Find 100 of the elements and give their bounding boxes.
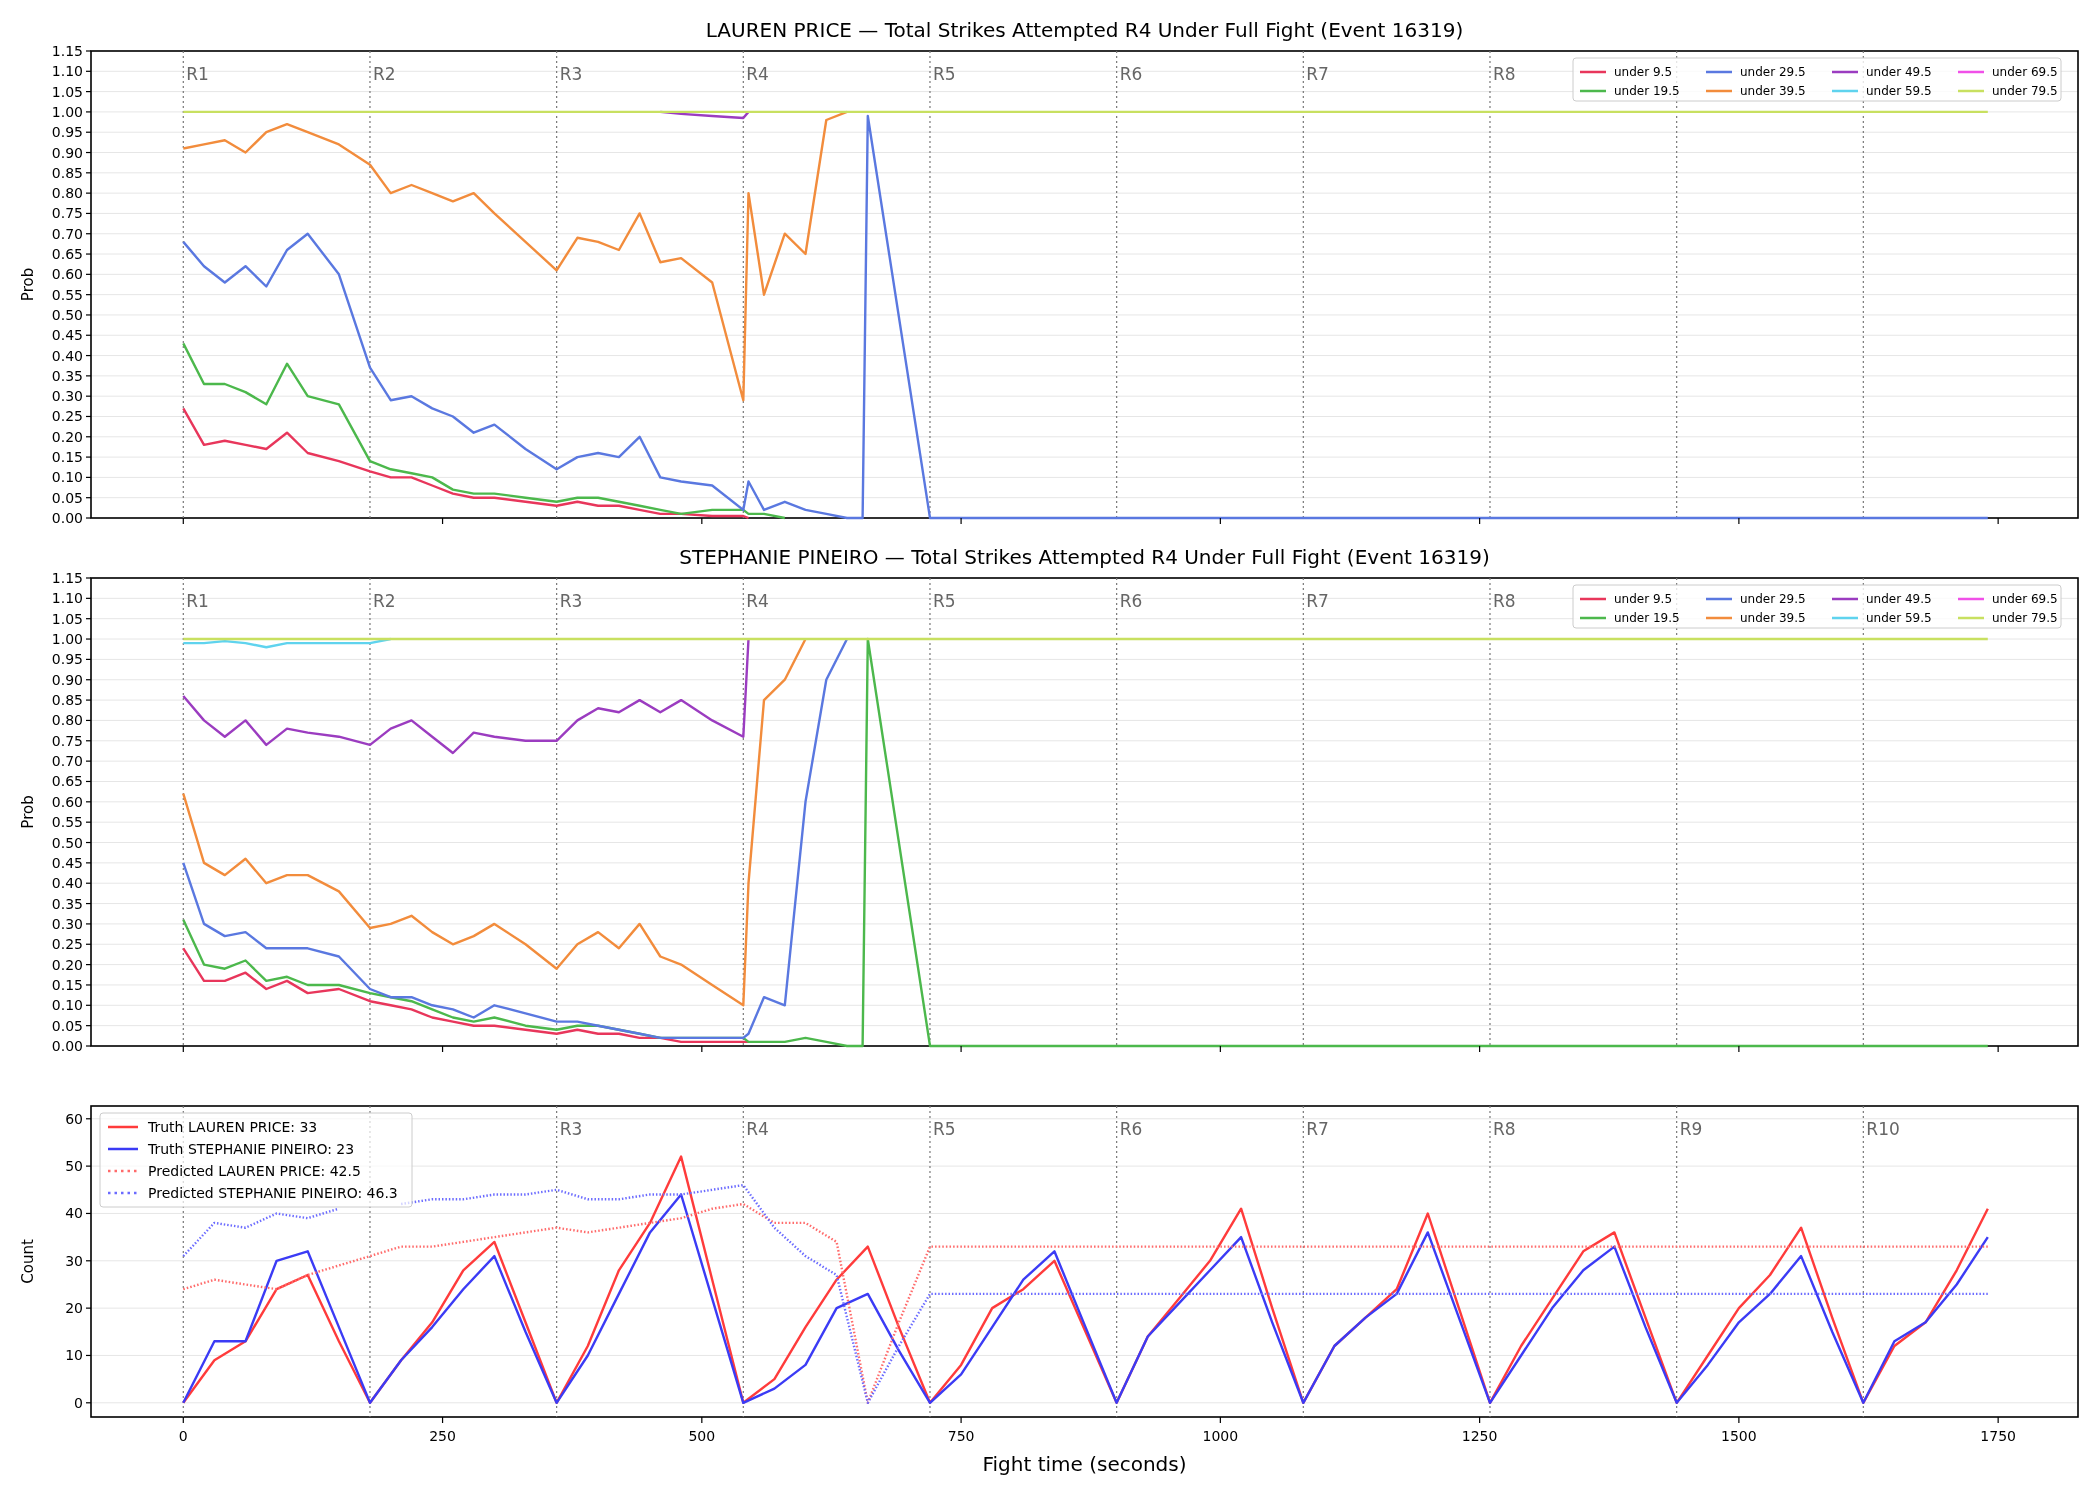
round-label: R8	[1493, 1119, 1516, 1139]
tick-label: 60	[65, 1110, 83, 1127]
legend-label: under 9.5	[1614, 592, 1673, 606]
tick-label: 0.30	[51, 915, 83, 932]
legend-label: under 59.5	[1866, 611, 1932, 625]
tick-label: 0.25	[51, 936, 83, 953]
tick-label: 0.10	[51, 469, 83, 486]
legend-label: Truth LAUREN PRICE: 33	[148, 1119, 318, 1135]
tick-label: 1.05	[51, 83, 83, 100]
tick-label: 1.10	[51, 590, 83, 607]
tick-label: 0.65	[51, 246, 83, 263]
round-label: R5	[933, 1119, 956, 1139]
tick-label: 0.85	[51, 164, 83, 181]
tick-label: 30	[65, 1252, 83, 1269]
legend-label: under 49.5	[1866, 65, 1932, 79]
tick-label: 1.10	[51, 63, 83, 80]
legend-label: Predicted LAUREN PRICE: 42.5	[148, 1163, 361, 1179]
round-label: R9	[1679, 1119, 1703, 1139]
tick-label: 0.40	[51, 347, 83, 364]
legend-swatch	[108, 1191, 138, 1195]
tick-label: 0	[178, 1428, 188, 1444]
round-label: R8	[1493, 591, 1516, 611]
tick-label: 0.70	[51, 225, 83, 242]
tick-label: 750	[947, 1428, 975, 1444]
round-label: R10	[1866, 1119, 1900, 1139]
legend-swatch	[1580, 616, 1606, 620]
round-label: R5	[933, 591, 956, 611]
legend-swatch	[1580, 89, 1606, 93]
round-label: R1	[186, 64, 209, 84]
tick-label: 0.05	[51, 1017, 83, 1034]
tick-label: 0.70	[51, 753, 83, 770]
legend-label: under 29.5	[1740, 65, 1806, 79]
legend-label: under 29.5	[1740, 592, 1806, 606]
chart-title: STEPHANIE PINEIRO — Total Strikes Attempted R4 Under Full Fight (Event 16319)	[679, 545, 1490, 569]
tick-label: 0.05	[51, 489, 83, 506]
tick-label: 0.60	[51, 266, 83, 283]
legend-swatch	[1706, 70, 1732, 74]
legend-label: Truth STEPHANIE PINEIRO: 23	[148, 1141, 355, 1157]
legend-label: under 19.5	[1614, 84, 1680, 98]
tick-label: 0.10	[51, 997, 83, 1014]
tick-label: 500	[688, 1428, 716, 1444]
legend-swatch	[1580, 70, 1606, 74]
round-label: R6	[1119, 1119, 1143, 1139]
tick-label: 20	[65, 1300, 83, 1317]
legend-label: under 9.5	[1614, 65, 1673, 79]
tick-label: 0.45	[51, 854, 83, 871]
legend-swatch	[108, 1125, 138, 1129]
tick-label: 0.75	[51, 732, 83, 749]
tick-label: 0.55	[51, 814, 83, 831]
legend-label: under 19.5	[1614, 611, 1680, 625]
round-label: R4	[746, 64, 769, 84]
tick-label: 10	[65, 1347, 83, 1364]
tick-label: 0.35	[51, 895, 83, 912]
legend-label: under 69.5	[1992, 592, 2058, 606]
tick-label: 0.00	[51, 510, 83, 526]
tick-label: 50	[65, 1158, 83, 1175]
tick-label: 1250	[1461, 1428, 1498, 1444]
legend-swatch	[1706, 616, 1732, 620]
tick-label: 1000	[1202, 1428, 1239, 1444]
legend-swatch	[1580, 597, 1606, 601]
tick-label: 1.00	[51, 631, 83, 648]
tick-label: 0.20	[51, 428, 83, 445]
legend-swatch	[1958, 597, 1984, 601]
legend-swatch	[108, 1169, 138, 1173]
tick-label: 0.50	[51, 834, 83, 851]
legend-label: under 79.5	[1992, 611, 2058, 625]
legend-label: under 39.5	[1740, 84, 1806, 98]
tick-label: 1.15	[51, 43, 83, 59]
tick-label: 0.90	[51, 144, 83, 161]
legend-swatch	[1832, 597, 1858, 601]
tick-label: 0.45	[51, 327, 83, 344]
tick-label: 0.55	[51, 286, 83, 303]
tick-label: 1500	[1721, 1428, 1757, 1444]
legend-swatch	[1706, 89, 1732, 93]
legend-label: under 59.5	[1866, 84, 1932, 98]
legend-swatch	[1832, 70, 1858, 74]
round-label: R6	[1119, 591, 1143, 611]
tick-label: 0.35	[51, 367, 83, 384]
tick-label: 0.15	[51, 449, 83, 466]
tick-label: 0.20	[51, 956, 83, 973]
tick-label: 1.15	[51, 570, 83, 586]
legend-label: under 79.5	[1992, 84, 2058, 98]
round-label: R7	[1306, 591, 1329, 611]
round-label: R3	[559, 64, 583, 84]
axis-title: Prob	[19, 267, 37, 302]
legend-swatch	[1832, 616, 1858, 620]
tick-label: 1.05	[51, 610, 83, 627]
tick-label: 0.60	[51, 793, 83, 810]
round-label: R7	[1306, 64, 1329, 84]
legend-label: Predicted STEPHANIE PINEIRO: 46.3	[148, 1185, 398, 1201]
legend-swatch	[1958, 89, 1984, 93]
legend-swatch	[1958, 616, 1984, 620]
tick-label: 1.00	[51, 103, 83, 120]
legend-swatch	[108, 1147, 138, 1151]
tick-label: 0.25	[51, 408, 83, 425]
tick-label: 0.90	[51, 671, 83, 688]
tick-label: 0	[74, 1394, 83, 1411]
round-label: R2	[372, 64, 396, 84]
tick-label: 0.80	[51, 712, 83, 729]
tick-label: 0.50	[51, 306, 83, 323]
